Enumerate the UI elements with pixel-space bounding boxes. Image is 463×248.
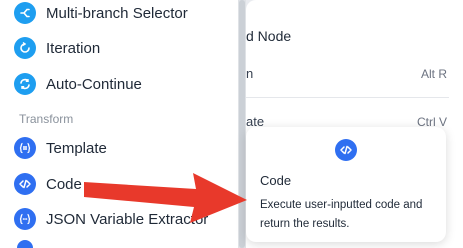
node-selector-panel: Multi-branch Selector Iteration Auto-Con… [0,0,238,248]
tooltip-title: Code [260,173,292,188]
node-item-label: JSON Variable Extractor [46,210,209,228]
menu-divider [246,97,449,98]
tooltip-description: Execute user-inputted code and return th… [260,199,423,230]
node-tooltip: Code Execute user-inputted code and retu… [246,127,446,242]
node-item-json-variable-extractor[interactable]: JSON Variable Extractor [14,206,208,232]
menu-item-shortcut: Alt R [420,67,447,81]
multi-branch-icon [14,2,36,24]
node-item-label: Auto-Continue [46,75,142,93]
json-extractor-icon [14,208,36,230]
node-item-multi-branch-selector[interactable]: Multi-branch Selector [14,0,188,26]
menu-item-label[interactable]: n [246,66,253,81]
next-item-icon [17,240,33,248]
section-transform-label: Transform [19,112,74,126]
scrollbar[interactable] [238,0,246,248]
node-item-code[interactable]: Code [14,171,82,197]
node-item-template[interactable]: Template [14,135,107,161]
iteration-icon [14,37,36,59]
node-item-label: Iteration [46,39,101,57]
code-icon [14,173,36,195]
scrollbar-thumb[interactable] [239,0,245,248]
menu-title: d Node [246,28,292,44]
node-item-iteration[interactable]: Iteration [14,35,100,61]
node-item-label: Code [46,175,82,193]
node-item-label: Template [46,139,107,157]
node-item-auto-continue[interactable]: Auto-Continue [14,71,142,97]
code-icon [335,139,357,161]
node-item-label: Multi-branch Selector [46,4,188,22]
auto-continue-icon [14,73,36,95]
template-icon [14,137,36,159]
